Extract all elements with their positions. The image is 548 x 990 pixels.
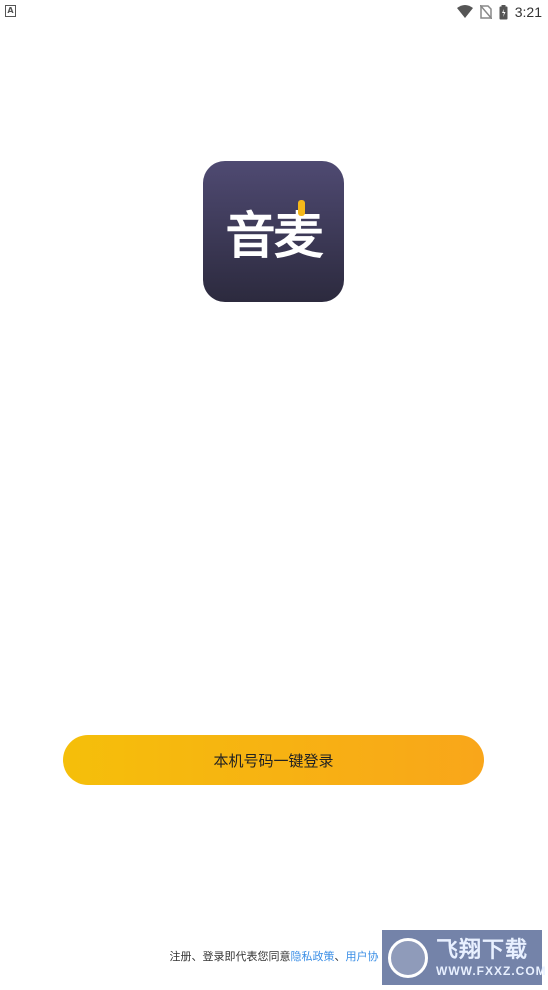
status-bar: A 3:21 — [0, 0, 548, 24]
site-watermark: 飞翔下载 WWW.FXXZ.COM — [382, 930, 546, 985]
user-agreement-link[interactable]: 用户协 — [346, 948, 379, 964]
privacy-policy-link[interactable]: 隐私政策 — [291, 948, 335, 964]
status-icons: 3:21 — [456, 3, 542, 21]
watermark-text: 飞翔下载 WWW.FXXZ.COM — [436, 938, 547, 978]
one-click-login-button[interactable]: 本机号码一键登录 — [63, 735, 484, 785]
logo-accent-mark — [297, 199, 305, 216]
status-time: 3:21 — [514, 4, 542, 20]
app-logo: 音麦 — [203, 161, 344, 302]
battery-icon — [499, 4, 508, 19]
watermark-logo-icon — [388, 937, 428, 978]
wifi-icon — [456, 5, 473, 18]
watermark-url-text: WWW.FXXZ.COM — [436, 963, 547, 978]
no-sim-icon — [479, 5, 492, 19]
login-screen: A 3:21 音麦 本机号码一键登录 注册、登录即代表您同意 隐私政策 、 用户… — [0, 0, 548, 990]
agreement-separator: 、 — [334, 950, 346, 963]
notification-icon: A — [5, 5, 16, 17]
agreement-prefix: 注册、登录即代表您同意 — [169, 950, 291, 963]
watermark-main-text: 飞翔下载 — [436, 937, 529, 963]
logo-text: 音麦 — [226, 196, 324, 268]
